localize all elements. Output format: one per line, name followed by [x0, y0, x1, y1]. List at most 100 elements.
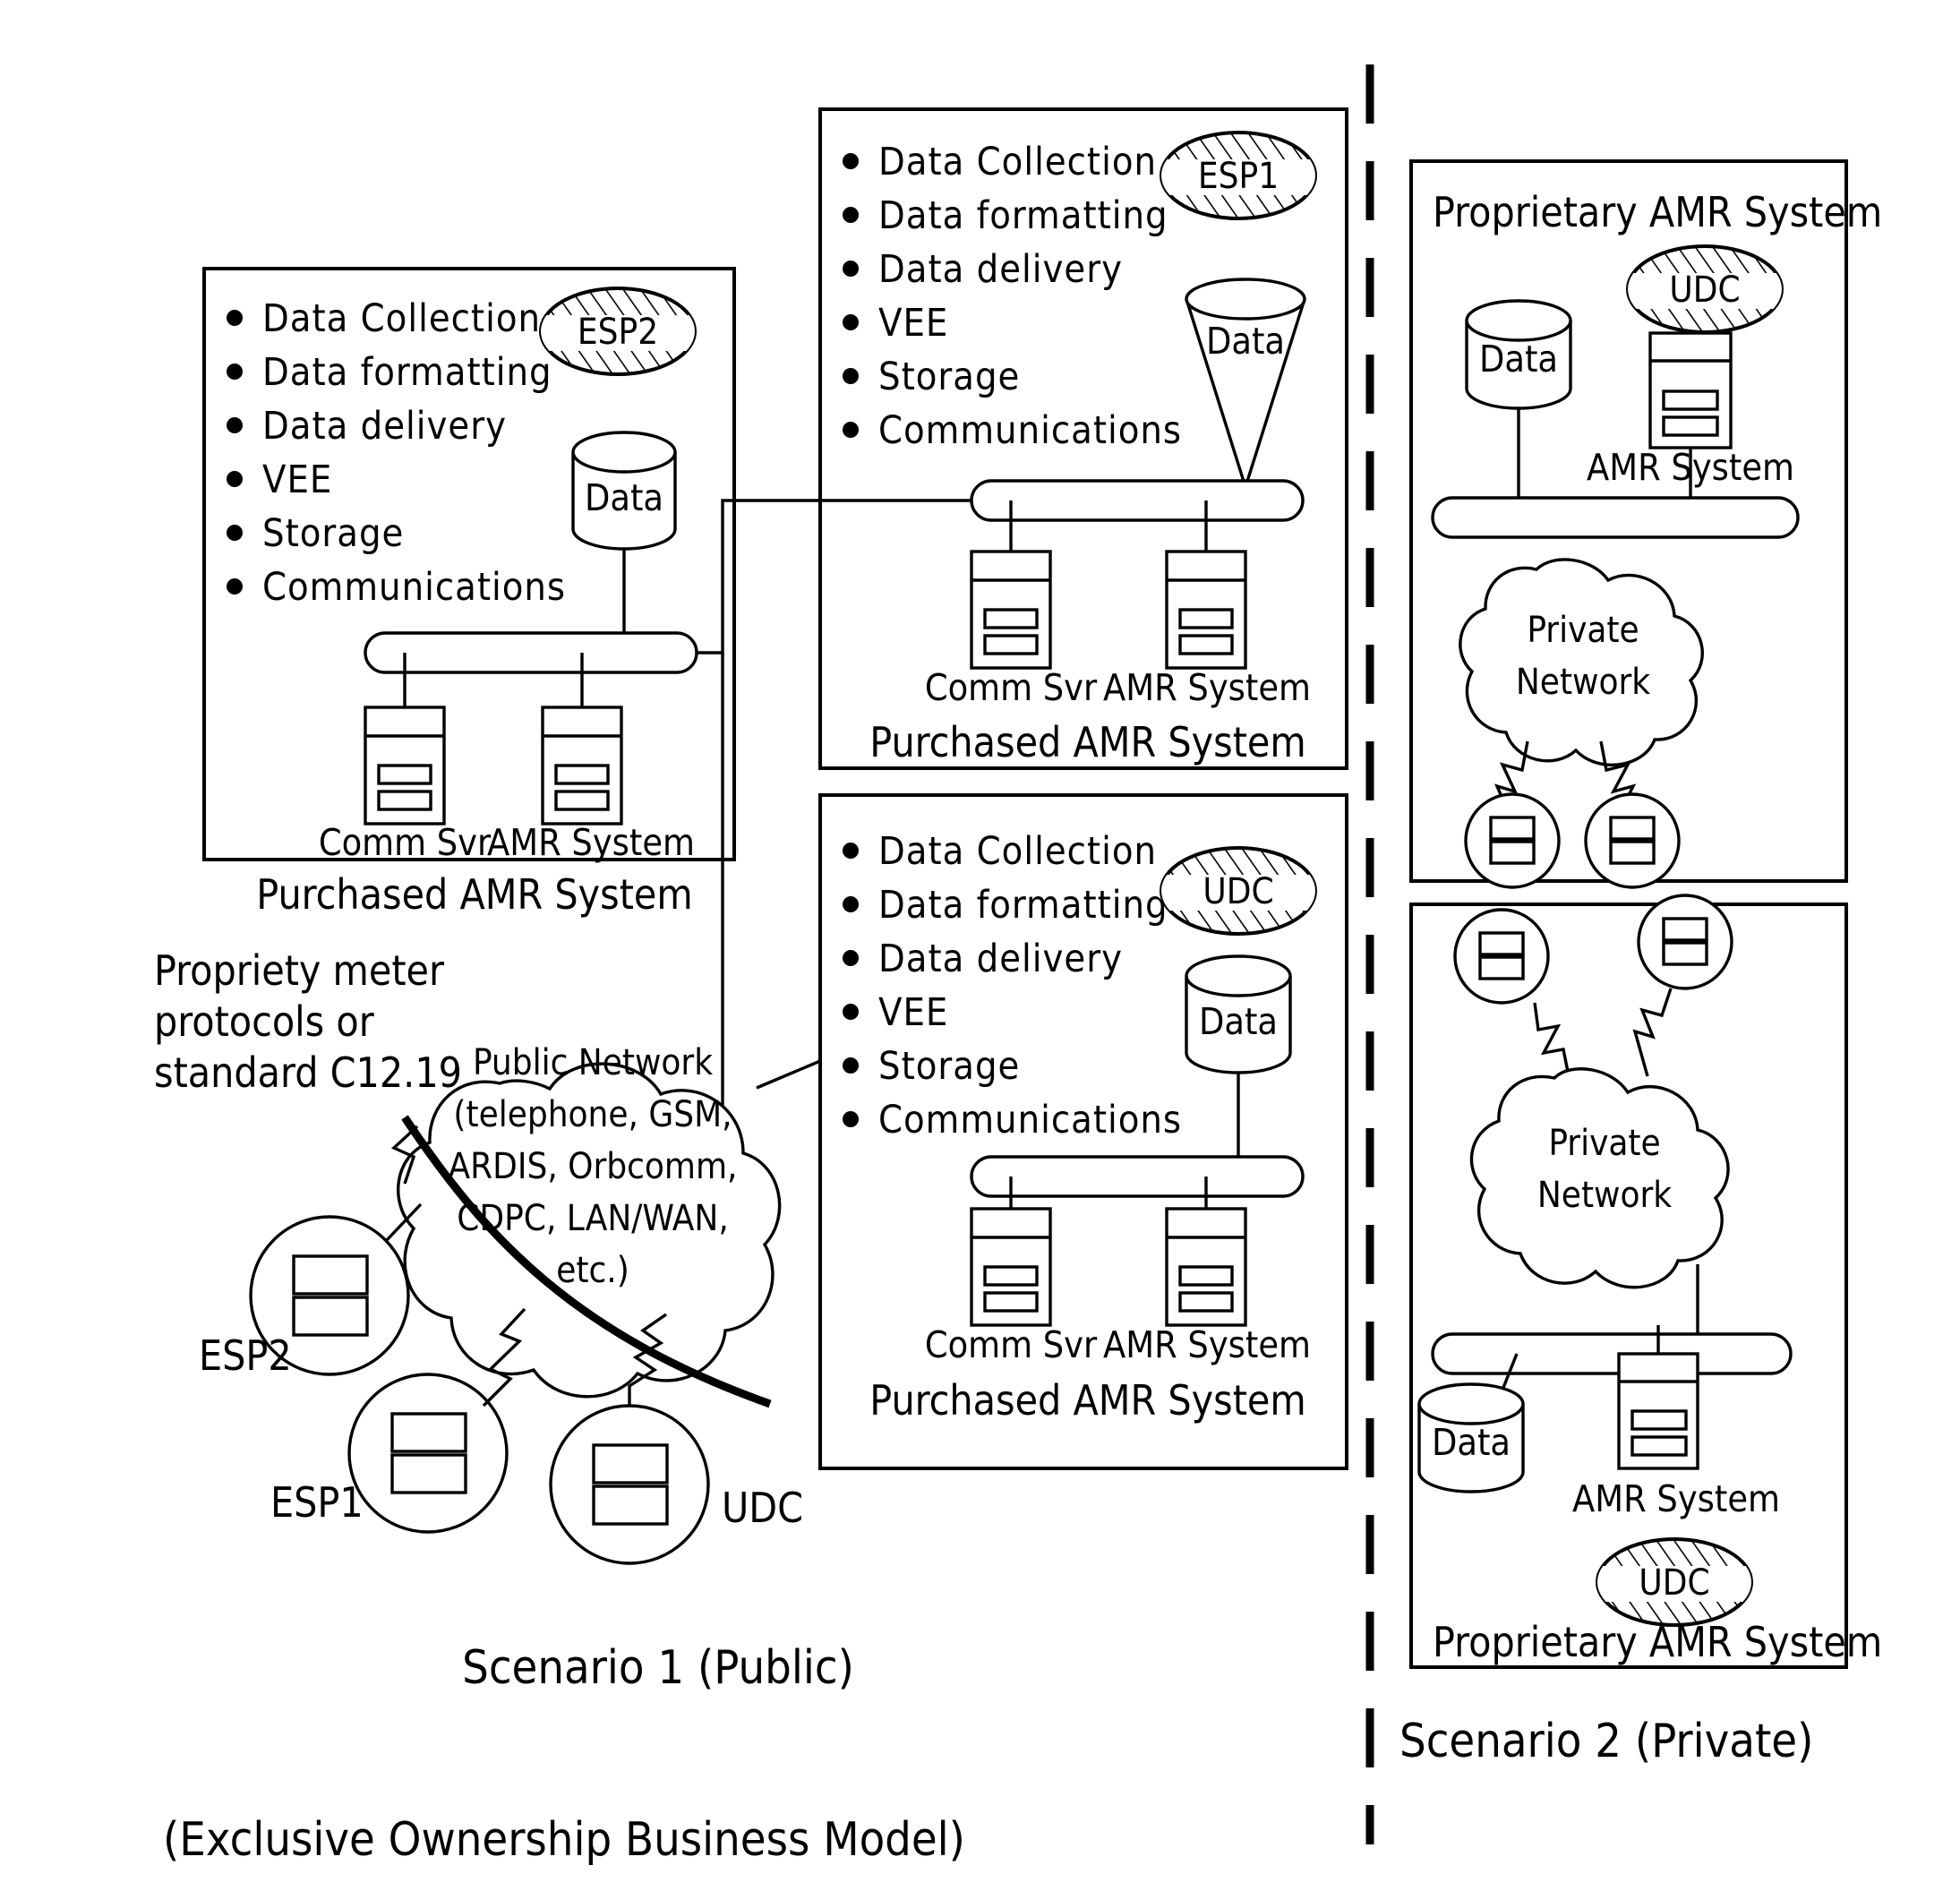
scenario2-top-tag-label: UDC	[1669, 270, 1740, 311]
scenario2-top-tag-ellipse: UDC	[1626, 244, 1784, 334]
esp2-db-label: Data	[585, 476, 663, 519]
meter-register-bottom	[592, 1485, 669, 1526]
bullet-dot	[227, 310, 243, 326]
meter-register-bottom	[1478, 955, 1525, 980]
udc-panel-caption: Purchased AMR System	[869, 1376, 1305, 1425]
bullet-dot	[843, 261, 859, 277]
scenario2-caption: Scenario 2 (Private)	[1399, 1715, 1813, 1768]
meter-register-top	[1609, 816, 1656, 841]
scenario2-top-database: Data	[1465, 299, 1572, 410]
esp1-node-label-1: AMR System	[1103, 666, 1311, 709]
scenario2-bottom-cloud-1: Network	[1537, 1175, 1672, 1216]
meter-esp1-label: ESP1	[270, 1478, 364, 1527]
bullet-dot	[843, 950, 859, 966]
esp1-node-label-0: Comm Svr	[925, 666, 1098, 709]
scenario2-bottom-database: Data	[1417, 1382, 1525, 1493]
esp1-cap-0: Data Collection	[878, 140, 1157, 184]
meter-register-top	[592, 1443, 669, 1485]
bullet-dot	[843, 368, 859, 384]
scenario2-bottom-meter-0	[1453, 908, 1550, 1005]
udc-cap-4: Storage	[878, 1044, 1020, 1089]
model-caption: (Exclusive Ownership Business Model)	[163, 1813, 965, 1867]
bullet-dot	[843, 1004, 859, 1020]
meter-register-top	[1478, 931, 1525, 956]
meter-circle	[549, 1404, 710, 1565]
meter-register-top	[292, 1254, 369, 1296]
udc-cap-2: Data delivery	[878, 937, 1123, 981]
esp2-tag-ellipse: ESP2	[539, 287, 697, 376]
cloud-line-1: (telephone, GSM,	[453, 1094, 732, 1135]
meter-register-bottom	[292, 1296, 369, 1337]
meter-register-top	[390, 1412, 467, 1453]
meter-udc-label: UDC	[722, 1484, 803, 1532]
udc-cap-3: VEE	[878, 990, 948, 1035]
bullet-dot	[227, 471, 243, 487]
scenario2-top-panel: Proprietary AMR System UDC Data AMR Syst…	[1409, 159, 1882, 889]
esp2-node-label-0: Comm Svr	[319, 821, 492, 864]
bullet-dot	[227, 364, 243, 380]
esp2-cap-4: Storage	[262, 511, 404, 556]
scenario2-top-title: Proprietary AMR System	[1433, 188, 1882, 236]
esp2-cap-3: VEE	[262, 458, 332, 502]
esp1-tag-label: ESP1	[1198, 156, 1279, 197]
scenario2-bottom-db-label: Data	[1432, 1421, 1511, 1464]
meter-register-bottom	[390, 1453, 467, 1494]
bullet-dot	[227, 525, 243, 541]
bullet-dot	[843, 896, 859, 912]
bullet-dot	[227, 417, 243, 433]
scenario2-top-bus	[1431, 496, 1800, 539]
udc-bus	[970, 1155, 1305, 1198]
esp2-bus	[364, 631, 698, 674]
esp2-tag-label: ESP2	[578, 312, 658, 353]
scenario2-bottom-tag-ellipse: UDC	[1596, 1537, 1753, 1627]
scenario2-top-node-label: AMR System	[1587, 446, 1794, 489]
patent-diagram: Data Collection Data formatting Data del…	[0, 0, 1960, 1891]
esp1-panel-caption: Purchased AMR System	[869, 718, 1305, 766]
esp2-database: Data	[571, 431, 677, 551]
meter-circle	[347, 1373, 509, 1534]
esp1-bus	[970, 479, 1305, 522]
esp2-cap-1: Data formatting	[262, 350, 552, 395]
scenario2-bottom-meter-1	[1637, 894, 1733, 990]
meter-register-bottom	[1489, 840, 1536, 865]
bullet-dot	[843, 422, 859, 438]
meter-register-top	[1662, 917, 1708, 942]
scenario2-bottom-tag-label: UDC	[1639, 1562, 1709, 1604]
figure-canvas: Data Collection Data formatting Data del…	[0, 0, 1960, 1891]
bullet-dot	[843, 1111, 859, 1127]
scenario2-top-cloud-1: Network	[1516, 662, 1650, 703]
esp1-db-label: Data	[1206, 320, 1285, 363]
scenario2-bottom-cloud-0: Private	[1548, 1123, 1660, 1164]
esp2-cap-2: Data delivery	[262, 404, 507, 449]
bullet-dot	[843, 314, 859, 330]
esp1-cap-4: Storage	[878, 355, 1020, 399]
scenario2-top-cloud-0: Private	[1527, 610, 1639, 651]
udc-node-label-1: AMR System	[1103, 1323, 1311, 1366]
esp2-node-label-1: AMR System	[487, 821, 695, 864]
esp1-cap-3: VEE	[878, 301, 948, 346]
meter-esp2-label: ESP2	[199, 1331, 292, 1380]
udc-tag-ellipse: UDC	[1160, 846, 1317, 936]
udc-cap-0: Data Collection	[878, 829, 1157, 874]
esp2-cap-5: Communications	[262, 565, 566, 610]
scenario2-top-meter-1	[1584, 792, 1681, 889]
scenario2-top-meter-0	[1464, 792, 1561, 889]
esp1-tag-ellipse: ESP1	[1160, 131, 1317, 220]
bullet-dot	[843, 207, 859, 223]
esp1-cap-2: Data delivery	[878, 247, 1123, 292]
udc-db-label: Data	[1199, 1000, 1278, 1043]
scenario2-bottom-bus	[1431, 1332, 1793, 1375]
meter-register-top	[1489, 816, 1536, 841]
protocol-note-0: Propriety meter	[154, 946, 445, 995]
udc-tag-label: UDC	[1203, 871, 1273, 912]
cloud-line-2: ARDIS, Orbcomm,	[449, 1146, 738, 1187]
bullet-dot	[843, 1057, 859, 1074]
esp1-cap-1: Data formatting	[878, 193, 1168, 238]
bullet-dot	[843, 153, 859, 169]
panel-esp1: Data Collection Data formatting Data del…	[818, 107, 1348, 770]
scenario2-bottom-panel: Private Network Data AMR System UDC Prop…	[1409, 894, 1882, 1669]
udc-cap-5: Communications	[878, 1098, 1182, 1142]
panel-esp2: Data Collection Data formatting Data del…	[202, 267, 736, 919]
esp1-cap-5: Communications	[878, 408, 1182, 453]
scenario2-top-db-label: Data	[1479, 338, 1558, 381]
